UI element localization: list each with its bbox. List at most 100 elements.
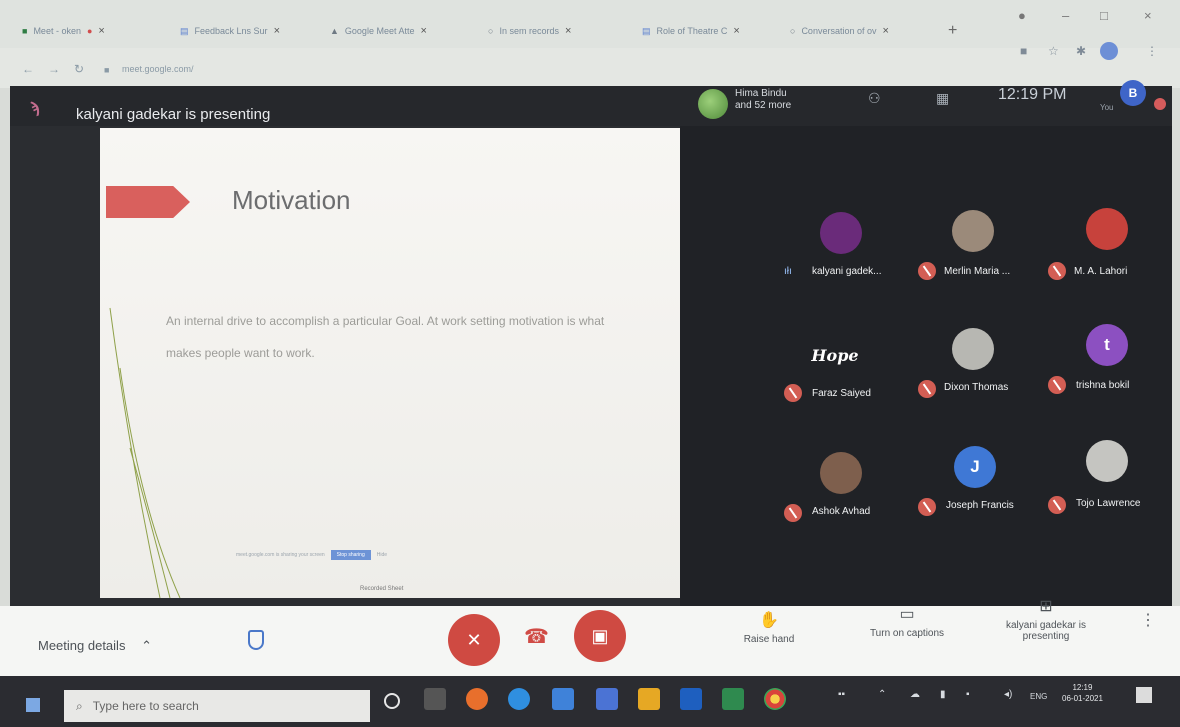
word-icon[interactable] xyxy=(680,688,702,710)
participant-tile[interactable]: Hope Faraz Saiyed xyxy=(760,318,910,438)
close-window-icon[interactable]: × xyxy=(1144,8,1152,23)
search-icon: ⌕ xyxy=(76,698,83,713)
participant-avatar xyxy=(952,328,994,370)
raise-hand-button[interactable]: ✋ Raise hand xyxy=(734,610,804,645)
back-icon[interactable]: ← xyxy=(22,62,34,76)
chat-icon[interactable]: ▦ xyxy=(936,90,949,107)
camera-status-icon[interactable]: ■ xyxy=(1020,44,1027,58)
notification-dot xyxy=(1154,98,1166,110)
stop-sharing-button[interactable]: Stop sharing xyxy=(330,550,371,560)
network-icon[interactable]: ▪ xyxy=(966,689,970,700)
participant-tile[interactable]: Merlin Maria ... xyxy=(900,190,1050,310)
star-icon[interactable]: ☆ xyxy=(1048,44,1059,58)
lock-icon: ■ xyxy=(104,65,110,75)
meet-tray-icon[interactable]: ▪▪ xyxy=(838,689,845,700)
tab-attendance[interactable]: ▲ Google Meet Atte × xyxy=(330,18,427,44)
participant-avatar xyxy=(820,452,862,494)
participant-tile[interactable]: Ashok Avhad xyxy=(760,446,910,566)
profile-avatar[interactable] xyxy=(1100,42,1118,60)
tab-records[interactable]: ○ In sem records × xyxy=(488,18,571,44)
close-icon[interactable]: × xyxy=(882,25,888,37)
participant-avatar: Hope xyxy=(811,345,859,365)
url-field[interactable]: meet.google.com/ xyxy=(122,64,194,74)
sharing-banner: meet.google.com is sharing your screen S… xyxy=(236,550,388,560)
more-options-icon[interactable]: ⋮ xyxy=(1140,610,1156,630)
cortana-icon[interactable] xyxy=(384,693,400,709)
meeting-details-button[interactable]: Meeting details ⌃ xyxy=(38,638,152,654)
store-icon[interactable] xyxy=(596,688,618,710)
notifications-icon[interactable] xyxy=(1136,687,1152,703)
system-clock[interactable]: 12:19 06-01-2021 xyxy=(1062,682,1103,704)
new-tab-button[interactable]: + xyxy=(948,18,957,44)
tab-role-of-theatre[interactable]: ▤ Role of Theatre C × xyxy=(642,18,740,44)
participant-tile[interactable]: ıłı kalyani gadek... xyxy=(760,190,910,310)
reload-icon[interactable]: ↻ xyxy=(74,62,84,76)
menu-icon[interactable]: ⋮ xyxy=(1146,44,1158,58)
participant-tile[interactable]: Dixon Thomas xyxy=(900,318,1050,438)
slide-footer: Recorded Sheet xyxy=(360,586,404,592)
task-view-icon[interactable] xyxy=(424,688,446,710)
volume-icon[interactable]: ◂) xyxy=(1004,689,1012,700)
chevron-up-icon[interactable]: ⌃ xyxy=(878,689,886,700)
my-avatar[interactable]: B xyxy=(1120,80,1146,106)
globe-icon: ○ xyxy=(488,26,494,36)
camera-off-icon: ▣ xyxy=(591,625,609,646)
hide-link[interactable]: Hide xyxy=(377,552,387,558)
mic-off-icon xyxy=(1048,376,1066,394)
mic-off-icon xyxy=(784,504,802,522)
tab-feedback[interactable]: ▤ Feedback Lns Sur × xyxy=(180,18,280,44)
forward-icon[interactable]: → xyxy=(48,62,60,76)
presenting-button[interactable]: ⊞ kalyani gadekar is presenting xyxy=(996,596,1096,642)
captions-icon: ▭ xyxy=(899,606,915,623)
windows-start-icon[interactable] xyxy=(26,698,40,712)
you-label: You xyxy=(1100,103,1114,112)
browser-tab-strip xyxy=(0,0,1180,48)
participant-avatar xyxy=(1086,440,1128,482)
language-indicator[interactable]: ENG xyxy=(1030,692,1047,701)
firefox-icon[interactable] xyxy=(466,688,488,710)
mic-off-icon xyxy=(1048,496,1066,514)
file-explorer-icon[interactable] xyxy=(638,688,660,710)
meet-tab-icon: ■ xyxy=(22,26,28,36)
chrome-icon[interactable] xyxy=(764,688,786,710)
globe-icon: ○ xyxy=(790,26,796,36)
presenter-icon: ϡ xyxy=(30,100,40,117)
close-icon[interactable]: × xyxy=(420,25,426,37)
participant-tile[interactable]: J Joseph Francis xyxy=(900,446,1050,566)
taskbar-search[interactable]: ⌕ Type here to search xyxy=(64,690,370,722)
participants-icon[interactable]: ⚇ xyxy=(868,90,881,107)
extensions-icon[interactable]: ✱ xyxy=(1076,44,1086,58)
participants-preview[interactable]: Hima Bindu and 52 more xyxy=(735,88,791,112)
participant-avatar xyxy=(1086,208,1128,250)
camera-toggle-button[interactable]: ▣ xyxy=(574,610,626,662)
slide-title-arrow xyxy=(106,186,190,218)
excel-icon[interactable] xyxy=(722,688,744,710)
participant-avatar: t xyxy=(1086,324,1128,366)
minimize-icon[interactable]: – xyxy=(1062,8,1069,23)
account-icon[interactable]: ● xyxy=(1018,8,1026,23)
hang-up-button[interactable]: ☎ xyxy=(524,624,549,649)
doc-icon: ▤ xyxy=(642,25,651,36)
shield-icon[interactable] xyxy=(248,630,264,650)
mail-icon[interactable] xyxy=(552,688,574,710)
close-icon[interactable]: × xyxy=(274,25,280,37)
participant-tile[interactable]: Tojo Lawrence xyxy=(1030,440,1180,566)
cloud-icon[interactable]: ☁ xyxy=(910,689,920,700)
close-icon[interactable]: × xyxy=(733,25,739,37)
close-icon[interactable]: × xyxy=(98,25,104,37)
participant-tile[interactable]: t trishna bokil xyxy=(1030,318,1180,438)
close-icon[interactable]: × xyxy=(565,25,571,37)
recording-dot-icon: ● xyxy=(86,26,93,36)
battery-icon[interactable]: ▮ xyxy=(940,689,946,700)
edge-icon[interactable] xyxy=(508,688,530,710)
captions-button[interactable]: ▭ Turn on captions xyxy=(852,604,962,639)
chevron-up-icon: ⌃ xyxy=(141,638,152,653)
participant-tile[interactable]: M. A. Lahori xyxy=(1030,190,1180,310)
maximize-icon[interactable]: □ xyxy=(1100,8,1108,23)
participant-avatar xyxy=(952,210,994,252)
present-icon: ⊞ xyxy=(1039,598,1053,615)
tab-conversation[interactable]: ○ Conversation of ov × xyxy=(790,18,889,44)
mic-toggle-button[interactable]: ✕ xyxy=(448,614,500,666)
tab-meet[interactable]: ■ Meet - oken ● × xyxy=(22,18,105,44)
participants-preview-avatar[interactable] xyxy=(698,89,728,119)
